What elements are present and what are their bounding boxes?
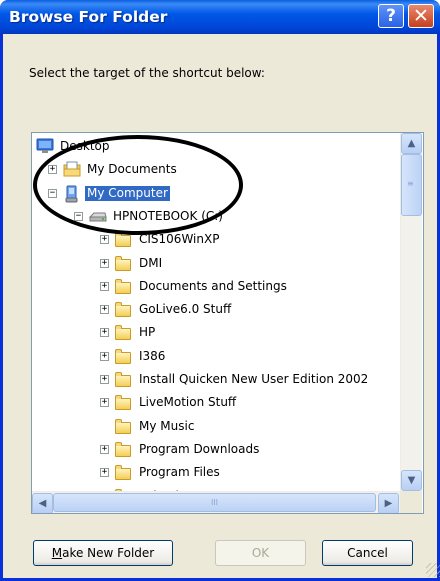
expand-icon[interactable]: + (100, 305, 109, 315)
folder-icon (115, 325, 131, 341)
scroll-up-button[interactable]: ▲ (401, 133, 422, 154)
documents-folder-icon (63, 161, 81, 177)
expand-icon[interactable]: + (100, 375, 109, 384)
folder-icon (115, 372, 131, 387)
tree-item-label: Documents and Settings (139, 278, 287, 293)
expand-icon[interactable]: + (100, 398, 109, 408)
resize-grip[interactable] (426, 563, 440, 577)
tree-item-label: HPNOTEBOOK (C:) (113, 208, 223, 223)
browse-for-folder-dialog: Browse For Folder ? ✕ Select the target … (0, 0, 440, 581)
expand-icon[interactable]: + (48, 165, 57, 175)
tree-item-label: Install Quicken New User Edition 2002 (139, 372, 369, 386)
vertical-thumb-grip: ≡ (407, 179, 414, 188)
drive-icon (88, 208, 107, 224)
tree-item-label: CIS106WinXP (139, 232, 220, 247)
collapse-icon[interactable]: − (48, 188, 57, 198)
window-title: Browse For Folder (9, 8, 168, 26)
instruction-text: Select the target of the shortcut below: (29, 66, 265, 80)
tree-item-label: GoLive6.0 Stuff (139, 302, 232, 317)
vertical-scrollbar[interactable]: ▲ ≡ ▼ (400, 133, 422, 491)
tree-item-label: HP (139, 325, 156, 340)
expand-icon[interactable]: + (100, 444, 109, 454)
scroll-left-button[interactable]: ◀ (32, 493, 53, 513)
scroll-down-button[interactable]: ▼ (401, 470, 422, 491)
folder-icon (115, 418, 131, 434)
scrollbar-corner (400, 491, 422, 513)
tree-item-label: Program Downloads (139, 441, 260, 456)
tree-item-label: DMI (139, 255, 163, 270)
make-new-folder-label: Make New Folder (51, 546, 155, 560)
computer-icon (63, 185, 81, 203)
folder-icon (115, 395, 131, 411)
collapse-icon[interactable]: − (74, 211, 83, 221)
tree-item-label: LiveMotion Stuff (139, 395, 237, 410)
folder-tree[interactable]: Desktop + My Documents − My Computer − HPNOTEB… (31, 132, 424, 514)
desktop-icon (36, 138, 54, 154)
expand-icon[interactable]: + (100, 351, 109, 361)
tree-item-label: My Documents (87, 162, 177, 177)
vertical-scroll-thumb[interactable]: ≡ (401, 154, 422, 216)
help-button[interactable]: ? (378, 4, 404, 28)
tree-item-label: Desktop (60, 139, 110, 153)
expand-icon[interactable]: + (100, 468, 109, 478)
expand-icon[interactable]: + (100, 328, 109, 338)
tree-item-label: Program Files (139, 465, 220, 480)
expand-icon[interactable]: + (100, 235, 109, 245)
folder-icon (115, 348, 131, 364)
tree-item-label: I386 (139, 348, 166, 363)
title-bar[interactable]: Browse For Folder ? ✕ (0, 0, 440, 34)
make-new-folder-button[interactable]: Make New Folder (33, 540, 173, 566)
folder-icon (115, 278, 131, 294)
scroll-right-button[interactable]: ▶ (378, 493, 399, 513)
horizontal-scrollbar[interactable]: ◀ III ▶ (32, 491, 400, 513)
folder-icon (115, 255, 131, 271)
folder-icon (115, 465, 131, 481)
folder-icon (115, 302, 131, 318)
folder-icon (115, 441, 131, 457)
folder-icon (115, 232, 131, 248)
close-button[interactable]: ✕ (408, 4, 434, 28)
expand-icon[interactable]: + (100, 281, 109, 291)
horizontal-scroll-thumb[interactable]: III (53, 493, 376, 512)
tree-item-label: My Computer (85, 185, 170, 201)
cancel-button[interactable]: Cancel (322, 540, 413, 566)
expand-icon[interactable]: + (100, 258, 109, 268)
ok-button[interactable]: OK (215, 540, 306, 566)
tree-item-label: My Music (139, 418, 195, 433)
